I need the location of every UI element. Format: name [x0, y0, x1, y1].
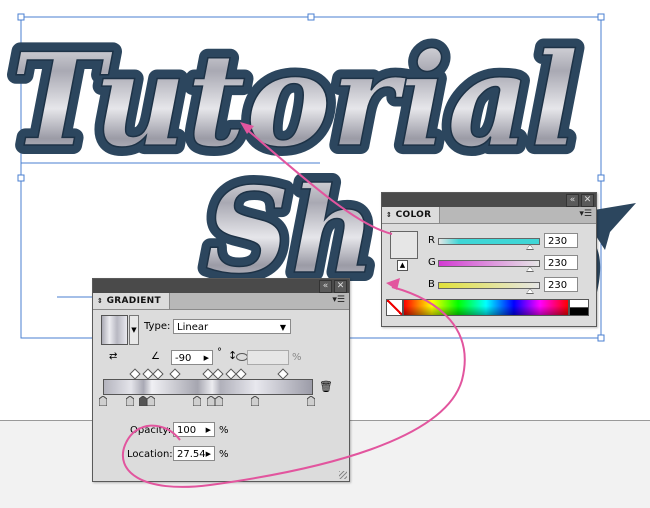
type-label: Type:: [144, 321, 171, 332]
color-panel: «✕ ⇕ COLOR ▾☰ ▲ R 230 G 230 B 230: [381, 192, 597, 327]
gradient-midpoint[interactable]: [129, 368, 141, 380]
gradient-midpoint[interactable]: [277, 368, 289, 380]
g-value: 230: [548, 258, 568, 269]
degree-symbol: °: [217, 347, 222, 358]
gradient-stop[interactable]: [250, 395, 260, 407]
color-panel-titlebar[interactable]: «✕: [382, 193, 596, 207]
location-percent: %: [219, 449, 229, 460]
artwork-star-shape: [594, 203, 636, 250]
gradient-panel-titlebar[interactable]: «✕: [93, 279, 349, 293]
opacity-label: Opacity:: [130, 425, 172, 436]
panel-menu-icon[interactable]: ▾☰: [579, 209, 592, 219]
angle-field[interactable]: -90 ▶: [171, 350, 213, 365]
gradient-panel-tabbar: ⇕ GRADIENT ▾☰: [93, 293, 349, 310]
gradient-stop[interactable]: [98, 395, 108, 407]
gradient-midpoint[interactable]: [152, 368, 164, 380]
color-panel-tabbar: ⇕ COLOR ▾☰: [382, 207, 596, 224]
panel-menu-icon[interactable]: ▾☰: [332, 295, 345, 305]
g-field[interactable]: 230: [544, 255, 578, 270]
location-label: Location:: [127, 449, 173, 460]
gradient-swatch[interactable]: [101, 315, 128, 345]
color-spectrum-ramp[interactable]: [403, 299, 569, 316]
location-value: 27.54: [177, 449, 206, 460]
gradient-stop[interactable]: [138, 395, 148, 407]
aspect-ratio-field-disabled: [247, 350, 289, 365]
trash-icon[interactable]: 🗑: [319, 380, 333, 393]
angle-value: -90: [175, 353, 192, 364]
gradient-bar[interactable]: [103, 379, 313, 395]
close-icon[interactable]: ✕: [334, 280, 347, 293]
reverse-gradient-icon[interactable]: ⇄: [109, 350, 123, 363]
out-of-gamut-icon: ▲: [397, 260, 408, 271]
opacity-field[interactable]: 100 ▶: [173, 422, 215, 437]
gradient-panel: «✕ ⇕ GRADIENT ▾☰ ▼ Type: Linear ▼ ⇄ ∠ -9…: [92, 278, 350, 482]
type-select-value: Linear: [177, 322, 209, 333]
b-slider-thumb[interactable]: [526, 288, 534, 294]
opacity-value: 100: [177, 425, 197, 436]
b-slider-track[interactable]: [438, 282, 540, 289]
gradient-midpoint[interactable]: [212, 368, 225, 380]
gradient-stop[interactable]: [206, 395, 216, 407]
tab-arrows-icon: ⇕: [97, 297, 104, 305]
gradient-midpoint[interactable]: [169, 368, 181, 380]
b-field[interactable]: 230: [544, 277, 578, 292]
g-slider-thumb[interactable]: [526, 266, 534, 272]
opacity-stepper-icon: ▶: [205, 426, 211, 434]
angle-stepper-icon: ▶: [203, 354, 209, 362]
gradient-stop[interactable]: [306, 395, 316, 407]
aspect-percent-label: %: [292, 352, 302, 363]
tab-arrows-icon: ⇕: [386, 211, 393, 219]
opacity-percent: %: [219, 425, 229, 436]
gradient-stop[interactable]: [214, 395, 224, 407]
close-icon[interactable]: ✕: [581, 194, 594, 207]
r-slider-track[interactable]: [438, 238, 540, 245]
tab-gradient-label: GRADIENT: [106, 296, 161, 306]
collapse-icon[interactable]: «: [319, 280, 332, 293]
r-slider-thumb[interactable]: [526, 244, 534, 250]
gradient-stops: [98, 395, 316, 408]
g-slider-track[interactable]: [438, 260, 540, 267]
none-color-swatch[interactable]: [386, 299, 403, 316]
gradient-stop[interactable]: [125, 395, 135, 407]
gradient-stop[interactable]: [192, 395, 202, 407]
gradient-stop[interactable]: [146, 395, 156, 407]
tab-gradient[interactable]: ⇕ GRADIENT: [93, 293, 170, 309]
fill-color-swatch[interactable]: [390, 231, 418, 259]
b-label: B: [428, 279, 435, 290]
angle-icon: ∠: [151, 351, 160, 362]
gradient-midpoints: [103, 368, 311, 380]
artwork-text-fill-1: Tutorial: [10, 26, 579, 176]
r-field[interactable]: 230: [544, 233, 578, 248]
collapse-icon[interactable]: «: [566, 194, 579, 207]
r-value: 230: [548, 236, 568, 247]
gradient-swatch-dropdown-icon[interactable]: ▼: [129, 315, 139, 345]
gradient-midpoint[interactable]: [235, 368, 247, 380]
chevron-down-icon: ▼: [279, 323, 286, 332]
tab-color-label: COLOR: [395, 210, 432, 220]
type-select[interactable]: Linear ▼: [173, 319, 291, 334]
location-stepper-icon: ▶: [205, 450, 211, 458]
b-value: 230: [548, 280, 568, 291]
black-swatch[interactable]: [569, 307, 589, 316]
g-label: G: [428, 257, 436, 268]
tab-color[interactable]: ⇕ COLOR: [382, 207, 441, 223]
location-field[interactable]: 27.54 ▶: [173, 446, 215, 461]
resize-grip-icon[interactable]: [339, 471, 347, 479]
r-label: R: [428, 235, 435, 246]
